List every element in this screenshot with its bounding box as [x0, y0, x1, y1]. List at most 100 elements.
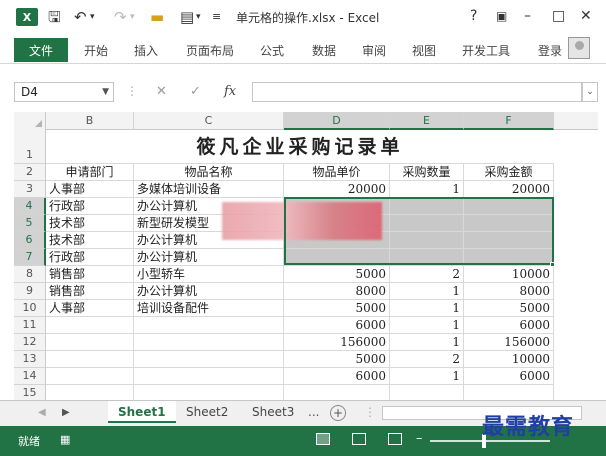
cell-d13[interactable]: 5000: [284, 351, 390, 368]
cell-b2[interactable]: 申请部门: [46, 164, 134, 181]
select-all-corner[interactable]: [14, 112, 46, 130]
cell-d11[interactable]: 6000: [284, 317, 390, 334]
tab-file[interactable]: 文件: [14, 38, 68, 62]
expand-formula-bar-button[interactable]: ⌄: [582, 82, 598, 102]
tab-home[interactable]: 开始: [84, 42, 108, 59]
cell-e13[interactable]: 2: [390, 351, 464, 368]
cell-c15[interactable]: [134, 385, 284, 400]
cell-f3[interactable]: 20000: [464, 181, 554, 198]
row-header-5[interactable]: 5: [14, 215, 46, 232]
cell-d10[interactable]: 5000: [284, 300, 390, 317]
cell-c7[interactable]: 办公计算机: [134, 249, 284, 266]
minimize-button[interactable]: –: [524, 7, 531, 25]
cell-c10[interactable]: 培训设备配件: [134, 300, 284, 317]
cell-b14[interactable]: [46, 368, 134, 385]
avatar[interactable]: [568, 37, 590, 59]
name-box[interactable]: D4 ▼: [14, 82, 114, 102]
cell-d9[interactable]: 8000: [284, 283, 390, 300]
tab-insert[interactable]: 插入: [134, 42, 158, 59]
close-button[interactable]: ✕: [580, 7, 592, 25]
cell-b12[interactable]: [46, 334, 134, 351]
tab-sheet1[interactable]: Sheet1: [108, 401, 176, 423]
cell-e11[interactable]: 1: [390, 317, 464, 334]
cell-f2[interactable]: 采购金额: [464, 164, 554, 181]
print-preview-icon[interactable]: ▤: [180, 6, 194, 28]
cell-f13[interactable]: 10000: [464, 351, 554, 368]
cell-c11[interactable]: [134, 317, 284, 334]
sheet-title-cell[interactable]: 筱凡企业采购记录单: [46, 130, 554, 164]
column-header-f[interactable]: F: [464, 112, 554, 130]
cell-f7[interactable]: [464, 249, 554, 266]
undo-icon[interactable]: ↶: [74, 6, 87, 28]
column-header-c[interactable]: C: [134, 112, 284, 130]
cell-d15[interactable]: [284, 385, 390, 400]
cell-b4[interactable]: 行政部: [46, 198, 134, 215]
tab-developer[interactable]: 开发工具: [462, 42, 510, 59]
tab-sheet2[interactable]: Sheet2: [176, 401, 238, 423]
normal-view-button[interactable]: [316, 433, 330, 445]
row-header-12[interactable]: 12: [14, 334, 46, 351]
tab-sheet3[interactable]: Sheet3: [242, 401, 304, 423]
cell-b13[interactable]: [46, 351, 134, 368]
cell-e12[interactable]: 1: [390, 334, 464, 351]
name-box-dropdown-icon[interactable]: ▼: [102, 83, 109, 101]
redo-icon[interactable]: ↷: [114, 6, 127, 28]
cell-e9[interactable]: 1: [390, 283, 464, 300]
row-header-15[interactable]: 15: [14, 385, 46, 400]
ribbon-display-button[interactable]: ▣: [496, 7, 507, 25]
row-header-6[interactable]: 6: [14, 232, 46, 249]
row-header-1[interactable]: 1: [14, 130, 46, 164]
cell-e14[interactable]: 1: [390, 368, 464, 385]
cell-b6[interactable]: 技术部: [46, 232, 134, 249]
cell-d8[interactable]: 5000: [284, 266, 390, 283]
cell-e8[interactable]: 2: [390, 266, 464, 283]
tab-data[interactable]: 数据: [312, 42, 336, 59]
cell-c12[interactable]: [134, 334, 284, 351]
cell-b9[interactable]: 销售部: [46, 283, 134, 300]
zoom-out-button[interactable]: –: [416, 431, 423, 446]
save-icon[interactable]: 🖫: [48, 6, 61, 28]
cell-f12[interactable]: 156000: [464, 334, 554, 351]
login-link[interactable]: 登录: [538, 42, 562, 59]
open-folder-icon[interactable]: ▬: [150, 6, 164, 28]
tab-formulas[interactable]: 公式: [260, 42, 284, 59]
row-header-9[interactable]: 9: [14, 283, 46, 300]
cell-e15[interactable]: [390, 385, 464, 400]
undo-dropdown-icon[interactable]: ▾: [90, 6, 95, 28]
macro-record-icon[interactable]: ▦: [60, 433, 70, 446]
cell-e5[interactable]: [390, 215, 464, 232]
tab-review[interactable]: 审阅: [362, 42, 386, 59]
worksheet-grid[interactable]: BCDEF 1 筱凡企业采购记录单 2 申请部门 物品名称 物品单价 采购数量 采购金额 3 人事…: [14, 112, 598, 400]
cell-f9[interactable]: 8000: [464, 283, 554, 300]
cell-b15[interactable]: [46, 385, 134, 400]
redo-dropdown-icon[interactable]: ▾: [130, 6, 135, 28]
cell-f14[interactable]: 6000: [464, 368, 554, 385]
insert-function-button[interactable]: fx: [224, 84, 236, 99]
cell-f10[interactable]: 5000: [464, 300, 554, 317]
next-sheet-icon[interactable]: ▶: [62, 407, 70, 418]
cell-f15[interactable]: [464, 385, 554, 400]
cell-c9[interactable]: 办公计算机: [134, 283, 284, 300]
cell-e7[interactable]: [390, 249, 464, 266]
more-sheets-button[interactable]: ...: [308, 405, 319, 419]
tab-page-layout[interactable]: 页面布局: [186, 42, 234, 59]
maximize-button[interactable]: □: [552, 7, 565, 25]
fill-handle[interactable]: [550, 262, 555, 267]
cell-e3[interactable]: 1: [390, 181, 464, 198]
cell-c3[interactable]: 多媒体培训设备: [134, 181, 284, 198]
cell-b5[interactable]: 技术部: [46, 215, 134, 232]
cell-f5[interactable]: [464, 215, 554, 232]
cell-f8[interactable]: 10000: [464, 266, 554, 283]
row-header-11[interactable]: 11: [14, 317, 46, 334]
row-header-10[interactable]: 10: [14, 300, 46, 317]
page-layout-view-button[interactable]: [352, 433, 366, 445]
cell-e4[interactable]: [390, 198, 464, 215]
column-header-d[interactable]: D: [284, 112, 390, 130]
column-header-b[interactable]: B: [46, 112, 134, 130]
cell-c8[interactable]: 小型轿车: [134, 266, 284, 283]
cell-b3[interactable]: 人事部: [46, 181, 134, 198]
cell-d2[interactable]: 物品单价: [284, 164, 390, 181]
cell-c13[interactable]: [134, 351, 284, 368]
page-break-view-button[interactable]: [388, 433, 402, 445]
confirm-entry-button[interactable]: ✓: [190, 84, 201, 99]
